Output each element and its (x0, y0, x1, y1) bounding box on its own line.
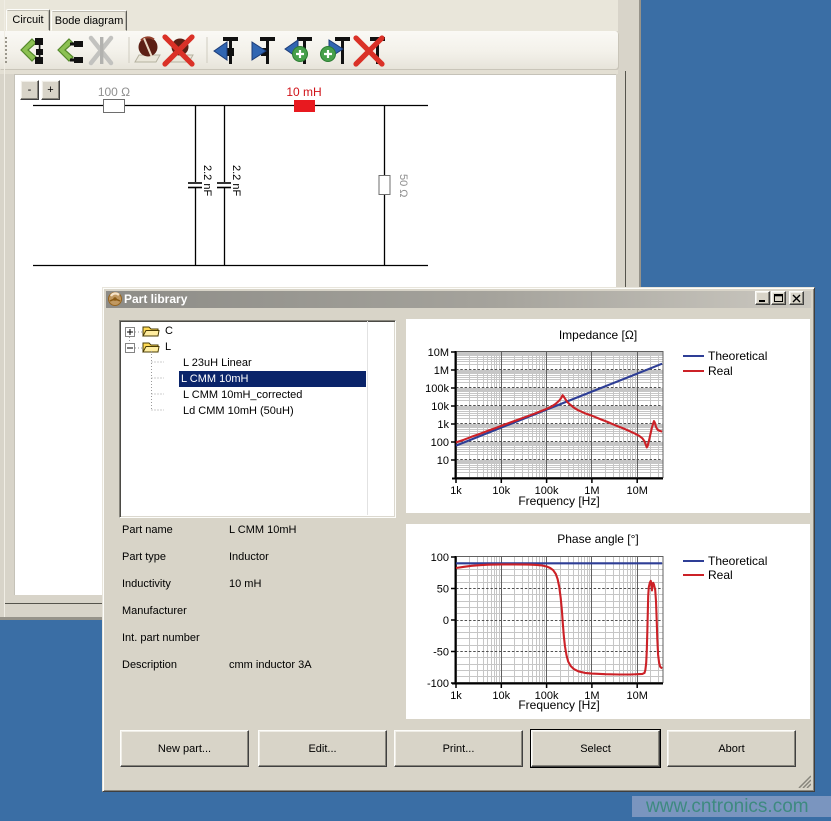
svg-text:Real: Real (708, 364, 733, 378)
svg-text:50 Ω: 50 Ω (397, 174, 409, 198)
svg-text:10k: 10k (431, 401, 449, 413)
svg-text:50: 50 (437, 584, 449, 596)
svg-text:1k: 1k (437, 419, 449, 431)
svg-text:10M: 10M (626, 690, 647, 702)
svg-text:100: 100 (431, 552, 449, 564)
svg-text:1k: 1k (450, 690, 462, 702)
svg-text:Theoretical: Theoretical (708, 554, 767, 568)
svg-text:100 Ω: 100 Ω (98, 85, 130, 99)
svg-text:-50: -50 (433, 647, 449, 659)
svg-text:10k: 10k (492, 485, 510, 497)
svg-text:-100: -100 (427, 678, 449, 690)
svg-text:1M: 1M (434, 365, 449, 377)
svg-text:1k: 1k (450, 485, 462, 497)
svg-text:2.2 nF: 2.2 nF (230, 165, 242, 196)
svg-text:10k: 10k (492, 690, 510, 702)
svg-text:Phase angle [°]: Phase angle [°] (557, 532, 639, 546)
svg-text:100: 100 (431, 437, 449, 449)
svg-text:10 mH: 10 mH (286, 85, 321, 99)
svg-text:Theoretical: Theoretical (708, 349, 767, 363)
svg-text:Impedance [Ω]: Impedance [Ω] (559, 328, 637, 342)
svg-text:10: 10 (437, 455, 449, 467)
svg-text:100k: 100k (425, 383, 449, 395)
svg-text:10M: 10M (428, 347, 449, 359)
svg-text:0: 0 (443, 615, 449, 627)
svg-text:2.2 nF: 2.2 nF (201, 165, 213, 196)
svg-text:Frequency [Hz]: Frequency [Hz] (518, 698, 599, 712)
svg-text:Real: Real (708, 568, 733, 582)
svg-text:10M: 10M (626, 485, 647, 497)
svg-text:Frequency [Hz]: Frequency [Hz] (518, 494, 599, 508)
